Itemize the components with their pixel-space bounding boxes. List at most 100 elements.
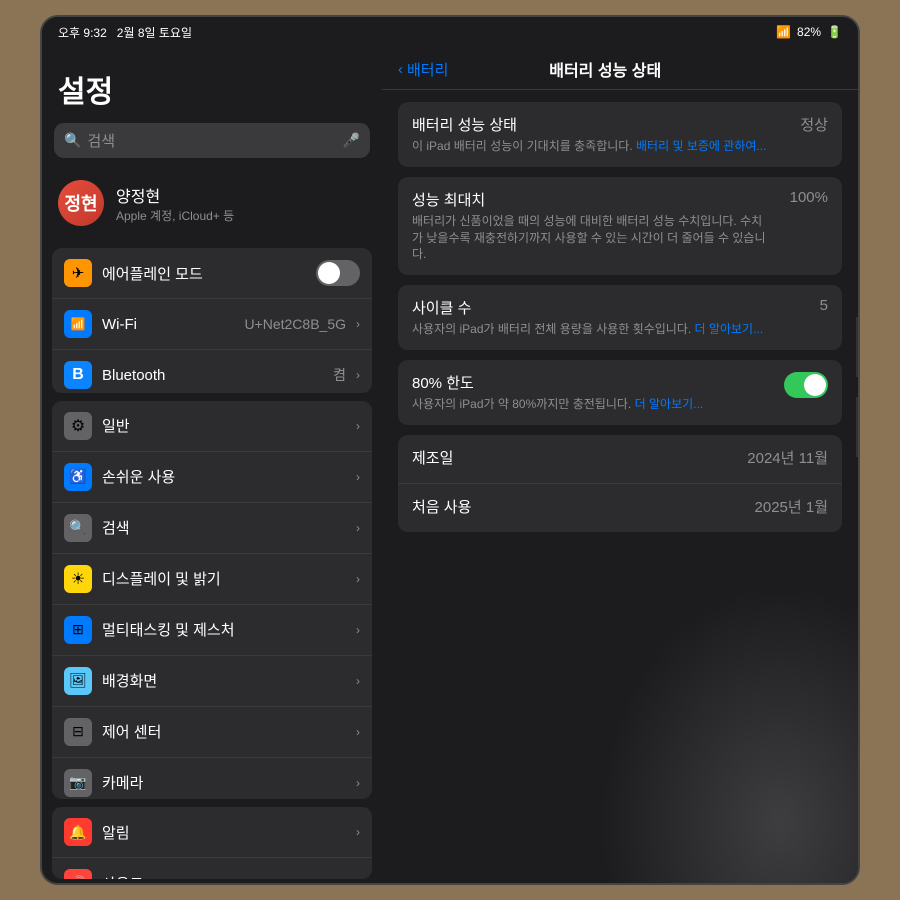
first-use-value: 2025년 1월 xyxy=(755,496,828,517)
general-chevron: › xyxy=(356,419,360,433)
sidebar-item-accessibility[interactable]: ♿ 손쉬운 사용 › xyxy=(52,452,372,503)
camera-icon: 📷 xyxy=(64,769,92,797)
max-performance-main: 성능 최대치 배터리가 신품이었을 때의 성능에 대비한 배터리 성능 수치입니… xyxy=(412,189,768,263)
airplane-toggle[interactable] xyxy=(316,260,360,286)
limit-desc: 사용자의 iPad가 약 80%까지만 충전됩니다. 더 알아보기... xyxy=(412,396,784,413)
display-chevron: › xyxy=(356,572,360,586)
battery-health-label: 배터리 성능 상태 xyxy=(412,114,768,135)
date-display: 2월 8일 토요일 xyxy=(117,26,192,40)
sound-label: 사운드 xyxy=(102,873,346,879)
wifi-chevron: › xyxy=(356,317,360,331)
battery-health-row: 배터리 성능 상태 이 iPad 배터리 성능이 기대치를 충족합니다. 배터리… xyxy=(398,102,842,167)
display-icon: ☀ xyxy=(64,565,92,593)
sidebar-item-alarm[interactable]: 🔔 알림 › xyxy=(52,807,372,858)
cycle-count-main: 사이클 수 사용자의 iPad가 배터리 전체 용량을 사용한 횟수입니다. 더… xyxy=(412,297,768,338)
bluetooth-icon: B xyxy=(64,361,92,389)
sidebar-item-sound[interactable]: 🔊 사운드 › xyxy=(52,858,372,879)
panel-header: ‹ 배터리 배터리 성능 상태 xyxy=(382,47,858,90)
limit-main: 80% 한도 사용자의 iPad가 약 80%까지만 충전됩니다. 더 알아보기… xyxy=(412,372,784,413)
wifi-settings-icon: 📶 xyxy=(64,310,92,338)
accessibility-icon: ♿ xyxy=(64,463,92,491)
sidebar: 설정 🔍 검색 🎤 정현 양정현 Apple 계정, iCloud+ 등 ✈ 에 xyxy=(42,47,382,883)
accessibility-chevron: › xyxy=(356,470,360,484)
manufacture-value: 2024년 11월 xyxy=(747,447,828,468)
sidebar-item-wallpaper[interactable]: 🖼 배경화면 › xyxy=(52,656,372,707)
sidebar-item-display[interactable]: ☀ 디스플레이 및 밝기 › xyxy=(52,554,372,605)
search-settings-icon: 🔍 xyxy=(64,514,92,542)
limit-label: 80% 한도 xyxy=(412,372,784,393)
search-bar[interactable]: 🔍 검색 🎤 xyxy=(54,123,370,158)
max-performance-desc: 배터리가 신품이었을 때의 성능에 대비한 배터리 성능 수치입니다. 수치가 … xyxy=(412,213,768,263)
camera-chevron: › xyxy=(356,776,360,790)
cycle-count-label: 사이클 수 xyxy=(412,297,768,318)
dates-section: 제조일 2024년 11월 처음 사용 2025년 1월 xyxy=(398,435,842,532)
accessibility-label: 손쉬운 사용 xyxy=(102,466,346,487)
airplane-label: 에어플레인 모드 xyxy=(102,263,306,284)
first-use-row: 처음 사용 2025년 1월 xyxy=(398,484,842,532)
time-display: 오후 9:32 xyxy=(58,26,107,40)
battery-health-main: 배터리 성능 상태 이 iPad 배터리 성능이 기대치를 충족합니다. 배터리… xyxy=(412,114,768,155)
manufacture-row: 제조일 2024년 11월 xyxy=(398,435,842,484)
bluetooth-label: Bluetooth xyxy=(102,367,323,384)
sound-icon: 🔊 xyxy=(64,869,92,879)
wifi-value: U+Net2C8B_5G xyxy=(244,316,346,332)
bluetooth-chevron: › xyxy=(356,368,360,382)
max-performance-value: 100% xyxy=(768,189,828,206)
wifi-icon: 📶 xyxy=(776,25,791,39)
search-chevron: › xyxy=(356,521,360,535)
settings-group-connectivity: ✈ 에어플레인 모드 📶 Wi-Fi U+Net2C8B_5G › B Blue… xyxy=(52,248,372,393)
general-icon: ⚙ xyxy=(64,412,92,440)
cycle-count-desc: 사용자의 iPad가 배터리 전체 용량을 사용한 횟수입니다. 더 알아보기.… xyxy=(412,321,768,338)
battery-health-value: 정상 xyxy=(768,114,828,135)
wifi-label: Wi-Fi xyxy=(102,316,234,333)
search-label: 검색 xyxy=(102,517,346,538)
battery-health-link[interactable]: 배터리 및 보증에 관하여... xyxy=(636,139,766,153)
sidebar-item-bluetooth[interactable]: B Bluetooth 켬 › xyxy=(52,350,372,393)
multitask-label: 멀티태스킹 및 제스처 xyxy=(102,619,346,640)
limit-section: 80% 한도 사용자의 iPad가 약 80%까지만 충전됩니다. 더 알아보기… xyxy=(398,360,842,425)
ipad-device: 오후 9:32 2월 8일 토요일 📶 82% 🔋 설정 🔍 검색 🎤 정현 xyxy=(40,15,860,885)
cycle-count-value: 5 xyxy=(768,297,828,314)
cycle-count-link[interactable]: 더 알아보기... xyxy=(695,322,764,336)
settings-group-system: ⚙ 일반 › ♿ 손쉬운 사용 › 🔍 검색 › ☀ 디스플레이 및 밝기 xyxy=(52,401,372,800)
side-button[interactable] xyxy=(856,317,860,377)
sidebar-item-search[interactable]: 🔍 검색 › xyxy=(52,503,372,554)
control-chevron: › xyxy=(356,725,360,739)
general-label: 일반 xyxy=(102,415,346,436)
user-profile[interactable]: 정현 양정현 Apple 계정, iCloud+ 등 xyxy=(42,170,382,236)
first-use-label: 처음 사용 xyxy=(412,496,755,517)
control-icon: ⊟ xyxy=(64,718,92,746)
limit-row: 80% 한도 사용자의 iPad가 약 80%까지만 충전됩니다. 더 알아보기… xyxy=(398,360,842,425)
display-label: 디스플레이 및 밝기 xyxy=(102,568,346,589)
user-name: 양정현 xyxy=(116,183,234,207)
sidebar-title: 설정 xyxy=(42,47,382,123)
search-placeholder: 검색 xyxy=(87,130,336,151)
back-chevron-icon: ‹ xyxy=(398,61,403,78)
battery-health-desc: 이 iPad 배터리 성능이 기대치를 충족합니다. 배터리 및 보증에 관하여… xyxy=(412,138,768,155)
cycle-count-row: 사이클 수 사용자의 iPad가 배터리 전체 용량을 사용한 횟수입니다. 더… xyxy=(398,285,842,350)
sidebar-item-airplane[interactable]: ✈ 에어플레인 모드 xyxy=(52,248,372,299)
back-button[interactable]: ‹ 배터리 xyxy=(398,59,448,80)
back-label: 배터리 xyxy=(407,59,448,80)
limit-toggle[interactable] xyxy=(784,372,828,398)
search-icon: 🔍 xyxy=(64,132,81,149)
sidebar-item-general[interactable]: ⚙ 일반 › xyxy=(52,401,372,452)
limit-link[interactable]: 더 알아보기... xyxy=(635,397,704,411)
right-panel: ‹ 배터리 배터리 성능 상태 배터리 성능 상태 이 iPad 배터리 성능이… xyxy=(382,47,858,883)
sidebar-item-wifi[interactable]: 📶 Wi-Fi U+Net2C8B_5G › xyxy=(52,299,372,350)
main-area: 설정 🔍 검색 🎤 정현 양정현 Apple 계정, iCloud+ 등 ✈ 에 xyxy=(42,47,858,883)
control-label: 제어 센터 xyxy=(102,721,346,742)
limit-toggle-knob xyxy=(804,374,826,396)
sidebar-item-control[interactable]: ⊟ 제어 센터 › xyxy=(52,707,372,758)
sound-chevron: › xyxy=(356,876,360,879)
user-info: 양정현 Apple 계정, iCloud+ 등 xyxy=(116,183,234,224)
side-button-2[interactable] xyxy=(856,397,860,457)
wallpaper-chevron: › xyxy=(356,674,360,688)
status-indicators: 📶 82% 🔋 xyxy=(776,25,842,39)
avatar: 정현 xyxy=(58,180,104,226)
alarm-label: 알림 xyxy=(102,822,346,843)
wallpaper-icon: 🖼 xyxy=(64,667,92,695)
sidebar-item-multitask[interactable]: ⊞ 멀티태스킹 및 제스처 › xyxy=(52,605,372,656)
alarm-chevron: › xyxy=(356,825,360,839)
sidebar-item-camera[interactable]: 📷 카메라 › xyxy=(52,758,372,800)
